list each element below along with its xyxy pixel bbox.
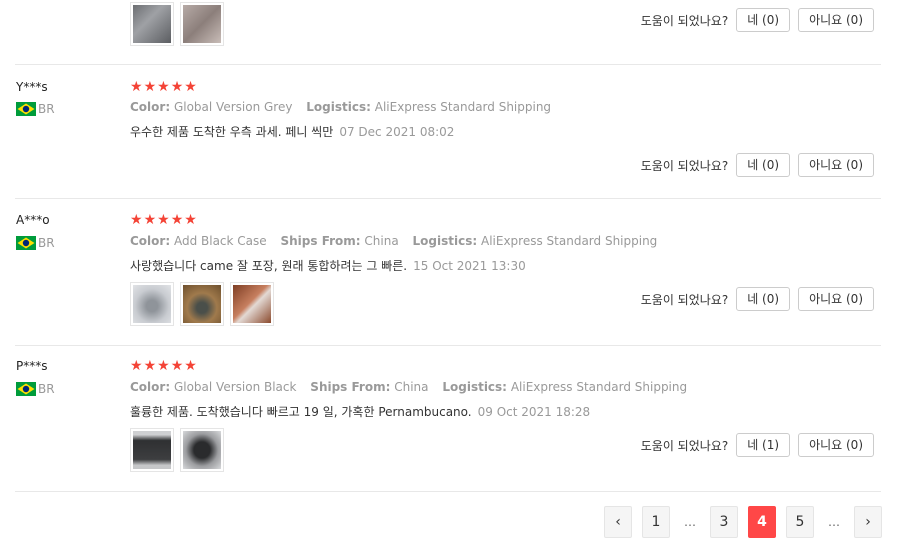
ships-from-label: Ships From: [280,234,361,248]
review-body: 사랑했습니다 came 잘 포장, 원래 통합하려는 그 빠른. [130,259,408,273]
review-photo[interactable] [180,2,224,46]
review-photo[interactable] [130,2,174,46]
star-icon: ★ [157,358,170,374]
reviewer-name: A***o [16,213,50,227]
review-photo[interactable] [180,428,224,472]
review-attributes: Color: Global Version Grey Logistics: Al… [130,100,551,114]
reviewer-country: BR [16,102,55,116]
prev-page-button[interactable]: ‹ [604,506,632,538]
brazil-flag-icon [16,382,36,396]
page-1-button[interactable]: 1 [642,506,670,538]
review-date: 07 Dec 2021 08:02 [339,125,455,139]
ships-from-value: China [394,380,429,394]
helpful-section: 도움이 되었나요? 네 (1) 아니요 (0) [641,433,874,457]
review-date: 09 Oct 2021 18:28 [477,405,591,419]
star-icon: ★ [143,212,157,228]
star-icon: ★ [184,212,197,228]
logistics-label: Logistics: [306,100,371,114]
page-5-button[interactable]: 5 [786,506,814,538]
helpful-no-button[interactable]: 아니요 (0) [798,153,874,177]
review-photos [130,2,224,46]
helpful-yes-button[interactable]: 네 (0) [736,153,791,177]
helpful-label: 도움이 되었나요? [640,158,729,173]
helpful-yes-button[interactable]: 네 (0) [736,8,791,32]
review-attributes: Color: Global Version Black Ships From: … [130,380,687,394]
star-icon: ★ [157,79,170,95]
star-icon: ★ [170,79,184,95]
star-icon: ★ [130,79,143,95]
color-label: Color: [130,380,171,394]
reviewer-name: P***s [16,359,48,373]
review-photos [130,428,224,472]
helpful-section: 도움이 되었나요? 네 (0) 아니요 (0) [641,287,874,311]
pagination-ellipsis: … [684,515,696,529]
review-photos [130,282,274,326]
review-photo[interactable] [180,282,224,326]
star-rating: ★ ★ ★ ★ ★ [130,359,197,373]
country-code: BR [38,102,55,116]
star-icon: ★ [157,212,170,228]
divider [15,345,881,346]
star-icon: ★ [130,212,143,228]
country-code: BR [38,382,55,396]
star-icon: ★ [170,212,184,228]
review-text: 사랑했습니다 came 잘 포장, 원래 통합하려는 그 빠른. 15 Oct 2… [130,257,526,274]
helpful-no-button[interactable]: 아니요 (0) [798,433,874,457]
star-icon: ★ [143,358,157,374]
logistics-value: AliExpress Standard Shipping [374,100,552,114]
ships-from-label: Ships From: [310,380,391,394]
review-text: 우수한 제품 도착한 우측 과세. 페니 씩만 07 Dec 2021 08:02 [130,123,454,140]
logistics-label: Logistics: [412,234,478,248]
review-body: 우수한 제품 도착한 우측 과세. 페니 씩만 [130,125,334,139]
helpful-label: 도움이 되었나요? [640,13,729,28]
color-value: Global Version Grey [173,100,293,114]
helpful-label: 도움이 되었나요? [640,292,729,307]
helpful-section: 도움이 되었나요? 네 (0) 아니요 (0) [641,8,874,32]
review-date: 15 Oct 2021 13:30 [413,259,526,273]
star-icon: ★ [170,358,184,374]
star-icon: ★ [130,358,143,374]
divider [15,198,881,199]
review-photo[interactable] [130,282,174,326]
brazil-flag-icon [16,236,36,250]
star-icon: ★ [184,358,197,374]
pagination-ellipsis: … [828,515,840,529]
review-attributes: Color: Add Black Case Ships From: China … [130,234,657,248]
star-icon: ★ [143,79,157,95]
divider [15,491,881,492]
review-photo[interactable] [230,282,274,326]
logistics-value: AliExpress Standard Shipping [510,380,688,394]
review-text: 훌륭한 제품. 도착했습니다 빠르고 19 일, 가혹한 Pernambucan… [130,403,590,420]
color-label: Color: [130,100,171,114]
review-body: 훌륭한 제품. 도착했습니다 빠르고 19 일, 가혹한 Pernambucan… [130,405,472,419]
helpful-yes-button[interactable]: 네 (1) [736,433,791,457]
helpful-yes-button[interactable]: 네 (0) [736,287,791,311]
star-rating: ★ ★ ★ ★ ★ [130,80,197,94]
color-value: Global Version Black [173,380,297,394]
helpful-label: 도움이 되었나요? [640,438,729,453]
country-code: BR [38,236,55,250]
star-icon: ★ [184,79,197,95]
divider [15,64,881,65]
ships-from-value: China [364,234,399,248]
star-rating: ★ ★ ★ ★ ★ [130,213,197,227]
color-value: Add Black Case [173,234,267,248]
logistics-value: AliExpress Standard Shipping [481,234,658,248]
page-4-button[interactable]: 4 [748,506,776,538]
review-photo[interactable] [130,428,174,472]
brazil-flag-icon [16,102,36,116]
reviewer-country: BR [16,236,55,250]
page-3-button[interactable]: 3 [710,506,738,538]
logistics-label: Logistics: [442,380,507,394]
next-page-button[interactable]: › [854,506,882,538]
pagination: ‹ 1 … 3 4 5 … › [604,506,882,538]
reviewer-name: Y***s [16,80,48,94]
reviewer-country: BR [16,382,55,396]
helpful-no-button[interactable]: 아니요 (0) [798,287,874,311]
helpful-no-button[interactable]: 아니요 (0) [798,8,874,32]
helpful-section: 도움이 되었나요? 네 (0) 아니요 (0) [641,153,874,177]
color-label: Color: [130,234,171,248]
